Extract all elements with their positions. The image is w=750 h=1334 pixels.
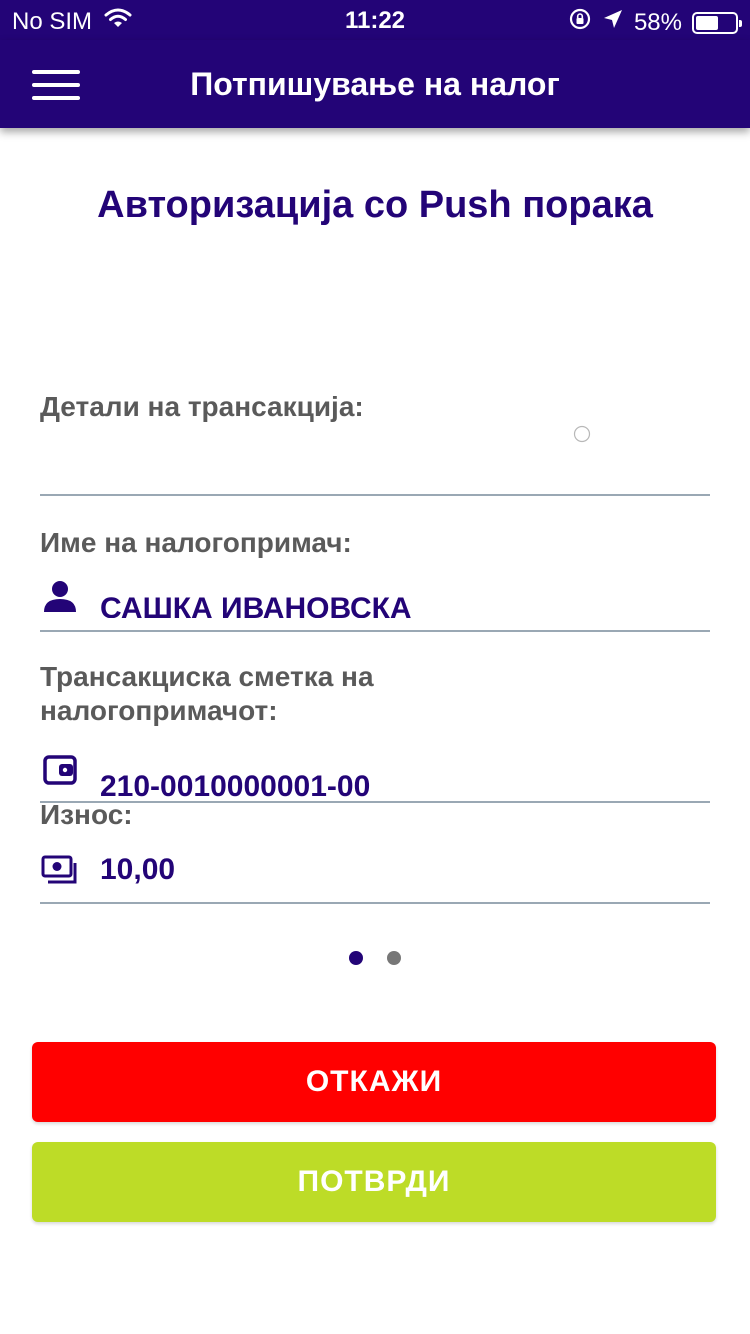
recipient-name-row: САШКА ИВАНОВСКА (40, 574, 710, 618)
cancel-button[interactable]: ОТКАЖИ (32, 1042, 716, 1122)
app-header: Потпишување на налог (0, 40, 750, 128)
loading-indicator-icon (573, 425, 591, 443)
battery-percent: 58% (633, 8, 682, 36)
wallet-icon (40, 750, 80, 790)
recipient-name-section: Име на налогопримач: САШКА ИВАНОВСКА (40, 526, 710, 632)
recipient-account-section: Трансакциска сметка на налогопримачот: 2… (40, 660, 710, 803)
page-indicator (0, 951, 750, 965)
amount-row: 10,00 (40, 850, 710, 890)
recipient-account-label-line1: Трансакциска сметка на (40, 661, 374, 692)
recipient-account-value: 210-0010000001-00 (100, 770, 371, 798)
amount-label: Износ: (40, 799, 133, 830)
recipient-account-label-line2: налогопримачот: (40, 695, 278, 726)
recipient-account-row: 210-0010000001-00 (40, 748, 710, 798)
transaction-details-section: Детали на трансакција: (40, 390, 710, 496)
amount-value: 10,00 (100, 853, 176, 886)
confirm-button[interactable]: ПОТВРДИ (32, 1142, 716, 1222)
header-title: Потпишување на налог (190, 66, 560, 102)
transaction-details-label: Детали на трансакција: (40, 391, 364, 422)
location-arrow-icon (602, 8, 624, 37)
money-icon (40, 850, 80, 890)
orientation-lock-icon (568, 7, 592, 38)
battery-icon (692, 11, 742, 34)
page-heading: Авторизација со Push порака (97, 184, 653, 226)
person-icon (40, 576, 80, 616)
status-bar-right: 58% (558, 7, 742, 38)
status-bar: No SIM 11:22 58% (0, 0, 750, 40)
recipient-name-label: Име на налогопримач: (40, 527, 352, 558)
page-dot-2[interactable] (387, 951, 401, 965)
recipient-name-value: САШКА ИВАНОВСКА (100, 592, 412, 618)
amount-section: Износ: 10,00 (40, 798, 710, 904)
page-dot-1[interactable] (349, 951, 363, 965)
battery-level-fill (696, 15, 719, 30)
